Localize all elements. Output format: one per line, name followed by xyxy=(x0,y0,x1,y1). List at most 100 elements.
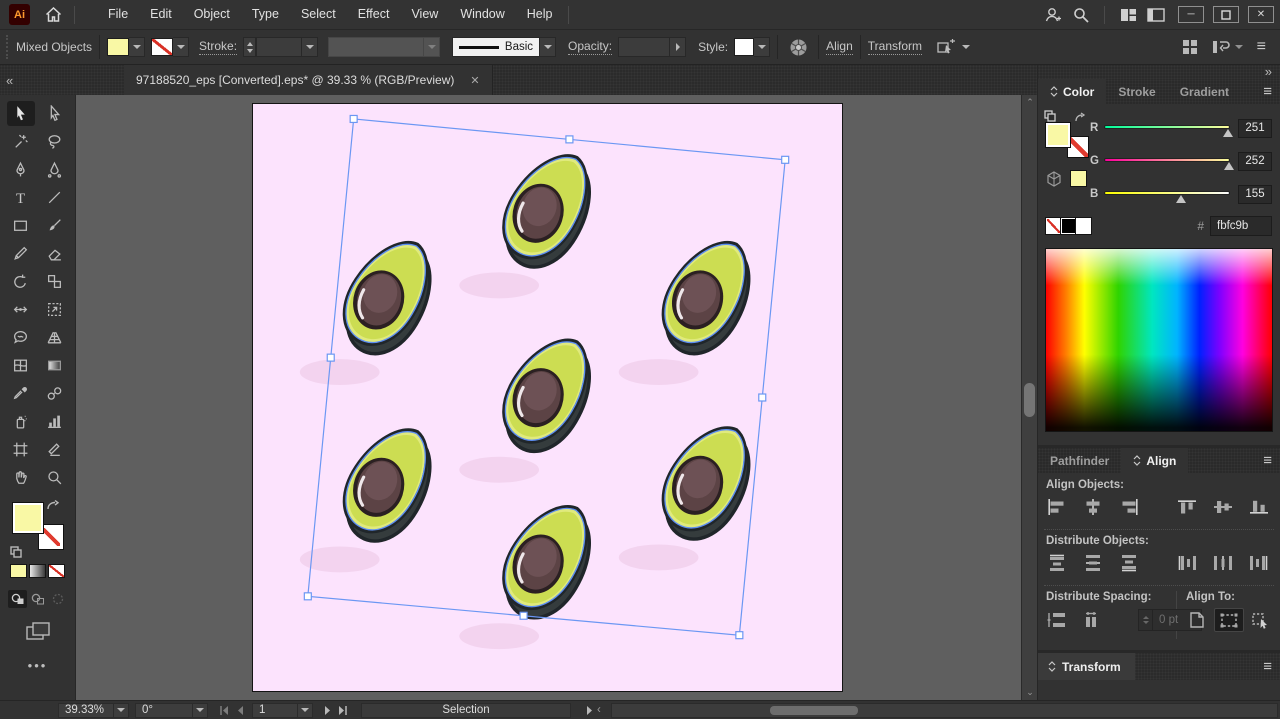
align-v-center-button[interactable] xyxy=(1208,495,1238,519)
stroke-color-swatch[interactable] xyxy=(151,38,174,56)
status-menu-arrow[interactable] xyxy=(581,703,597,718)
align-to-selection-button[interactable] xyxy=(1214,608,1244,632)
direct-selection-tool[interactable] xyxy=(41,101,69,126)
type-tool[interactable]: T xyxy=(7,185,35,210)
horizontal-scroll-thumb[interactable] xyxy=(770,705,858,715)
rotate-tool[interactable] xyxy=(7,269,35,294)
stroke-width-dropdown[interactable] xyxy=(302,37,319,57)
color-spectrum[interactable] xyxy=(1045,248,1273,432)
opacity-link[interactable]: Opacity: xyxy=(568,39,613,55)
panel-drag-handle[interactable] xyxy=(6,35,12,59)
previous-artboard-button[interactable] xyxy=(232,703,248,718)
dist-h-right-button[interactable] xyxy=(1244,551,1274,575)
R-slider-thumb[interactable] xyxy=(1223,129,1234,137)
artboard[interactable] xyxy=(252,103,843,692)
zoom-level-field[interactable]: 39.33% xyxy=(58,702,114,718)
align-top-button[interactable] xyxy=(1172,495,1202,519)
home-icon[interactable] xyxy=(40,4,66,26)
align-link[interactable]: Align xyxy=(826,39,853,55)
symbol-sprayer-tool[interactable] xyxy=(7,409,35,434)
transform-panel-menu-icon[interactable]: ≡ xyxy=(1263,653,1280,680)
dist-v-top-button[interactable] xyxy=(1042,551,1072,575)
magic-wand-tool[interactable] xyxy=(7,129,35,154)
canvas-pasteboard[interactable] xyxy=(76,95,1021,700)
fill-stroke-proxy[interactable] xyxy=(9,500,66,558)
rotation-chevron[interactable] xyxy=(193,702,208,718)
in-gamut-swatch[interactable] xyxy=(1070,170,1087,187)
menu-file[interactable]: File xyxy=(97,0,139,29)
zoom-tool[interactable] xyxy=(41,465,69,490)
workspace-icon[interactable] xyxy=(1143,4,1169,26)
document-tab[interactable]: 97188520_eps [Converted].eps* @ 39.33 % … xyxy=(124,65,493,95)
scroll-up-icon[interactable]: ⌃ xyxy=(1022,97,1038,108)
pencil-tool[interactable] xyxy=(7,241,35,266)
align-h-center-button[interactable] xyxy=(1078,495,1108,519)
shaper-tool[interactable] xyxy=(7,325,35,350)
fill-color-swatch[interactable] xyxy=(107,38,130,56)
align-to-artboard-button[interactable] xyxy=(1182,608,1212,632)
account-icon[interactable] xyxy=(1040,4,1066,26)
align-bottom-button[interactable] xyxy=(1244,495,1274,519)
collapse-panels-icon[interactable]: » xyxy=(1265,64,1272,79)
dist-v-center-button[interactable] xyxy=(1078,551,1108,575)
tab-pathfinder[interactable]: Pathfinder xyxy=(1038,448,1121,473)
eraser-tool[interactable] xyxy=(41,241,69,266)
rotation-field[interactable]: 0° xyxy=(135,702,193,718)
menu-edit[interactable]: Edit xyxy=(139,0,183,29)
menu-window[interactable]: Window xyxy=(449,0,515,29)
align-right-button[interactable] xyxy=(1114,495,1144,519)
pen-tool[interactable] xyxy=(7,157,35,182)
draw-behind-mode-button[interactable] xyxy=(28,590,47,608)
stroke-color-dropdown[interactable] xyxy=(173,37,190,57)
lasso-tool[interactable] xyxy=(41,129,69,154)
edit-toolbar-ellipsis[interactable]: ••• xyxy=(0,658,75,673)
brush-definition-chevron[interactable] xyxy=(540,37,557,57)
gradient-tool[interactable] xyxy=(41,353,69,378)
arrange-documents-icon[interactable] xyxy=(1115,4,1141,26)
graphic-style-chevron[interactable] xyxy=(754,37,771,57)
hex-value-field[interactable]: fbfc9b xyxy=(1210,216,1272,236)
paintbrush-tool[interactable] xyxy=(41,213,69,238)
selection-tool[interactable] xyxy=(6,101,35,126)
G-slider[interactable] xyxy=(1104,153,1234,170)
last-artboard-button[interactable] xyxy=(335,703,351,718)
white-swatch[interactable] xyxy=(1075,217,1092,235)
zoom-level-chevron[interactable] xyxy=(114,702,129,718)
scroll-down-icon[interactable]: ⌄ xyxy=(1022,687,1038,698)
menu-object[interactable]: Object xyxy=(183,0,241,29)
arrange-documents-grid-icon[interactable] xyxy=(1182,39,1198,55)
next-artboard-button[interactable] xyxy=(319,703,335,718)
hand-tool[interactable] xyxy=(7,465,35,490)
transform-link[interactable]: Transform xyxy=(867,39,922,55)
vertical-scrollbar[interactable]: ⌃ ⌄ xyxy=(1021,95,1037,700)
avocado-pattern-artwork[interactable] xyxy=(253,104,842,691)
artboard-tool[interactable] xyxy=(7,437,35,462)
panel-fill-swatch[interactable] xyxy=(1045,122,1071,148)
R-value-field[interactable]: 251 xyxy=(1238,118,1272,138)
document-close-icon[interactable]: ✕ xyxy=(470,74,479,87)
fill-color-dropdown[interactable] xyxy=(129,37,146,57)
control-bar-menu-icon[interactable]: ≡ xyxy=(1257,38,1266,56)
first-artboard-button[interactable] xyxy=(216,703,232,718)
align-left-button[interactable] xyxy=(1042,495,1072,519)
transform-panel-header[interactable]: Transform ≡ xyxy=(1038,653,1280,680)
mesh-tool[interactable] xyxy=(7,353,35,378)
stroke-panel-link[interactable]: Stroke: xyxy=(199,39,238,55)
artboard-number-chevron[interactable] xyxy=(298,702,313,718)
tab-gradient[interactable]: Gradient xyxy=(1168,79,1241,104)
workspace-switcher[interactable] xyxy=(1212,39,1243,55)
isolate-selected-object-icon[interactable] xyxy=(934,36,960,58)
gamut-warning[interactable] xyxy=(1046,170,1087,187)
tab-menu-icon[interactable]: ≡ xyxy=(1263,79,1280,104)
black-swatch[interactable] xyxy=(1060,217,1077,235)
draw-normal-mode-button[interactable] xyxy=(8,590,27,608)
menu-view[interactable]: View xyxy=(400,0,449,29)
artboard-number-field[interactable]: 1 xyxy=(252,702,298,718)
hscroll-left-icon[interactable]: ‹ xyxy=(597,704,603,716)
B-slider-thumb[interactable] xyxy=(1175,195,1186,203)
rectangle-tool[interactable] xyxy=(7,213,35,238)
color-mode-button[interactable] xyxy=(10,564,27,578)
B-slider[interactable] xyxy=(1104,186,1230,203)
close-button[interactable]: ✕ xyxy=(1248,6,1274,23)
panel-fill-stroke-proxy[interactable] xyxy=(1044,110,1089,158)
